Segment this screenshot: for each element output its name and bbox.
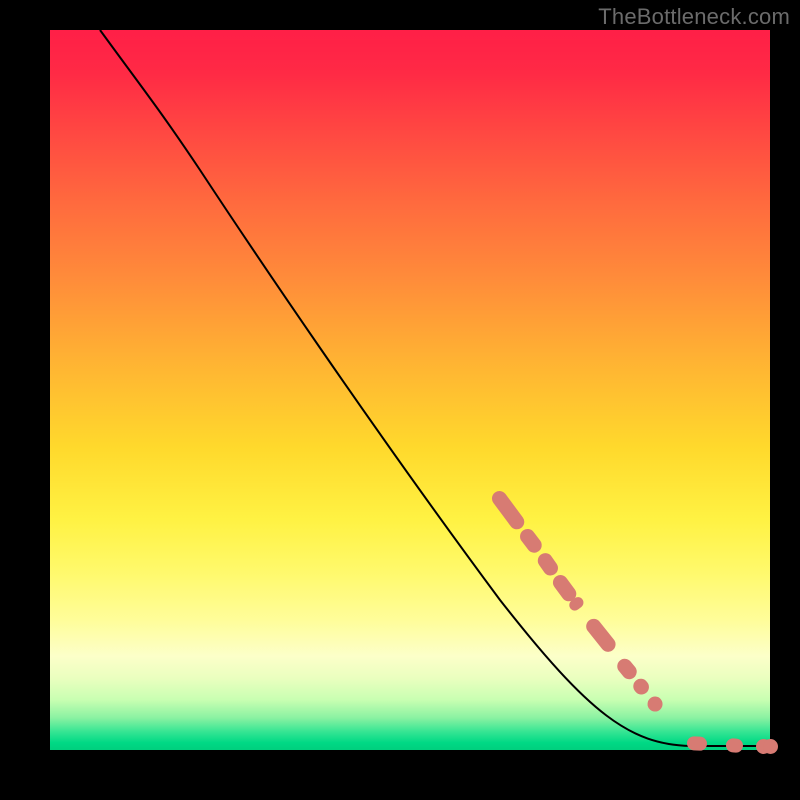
chart-frame: TheBottleneck.com: [0, 0, 800, 800]
bottleneck-curve: [100, 30, 770, 746]
watermark-label: TheBottleneck.com: [598, 4, 790, 30]
curve-svg: [50, 30, 770, 750]
chart-plot-area: [50, 30, 770, 750]
marker-dot: [763, 739, 778, 754]
marker-segment: [726, 738, 744, 753]
marker-segment: [687, 736, 708, 751]
